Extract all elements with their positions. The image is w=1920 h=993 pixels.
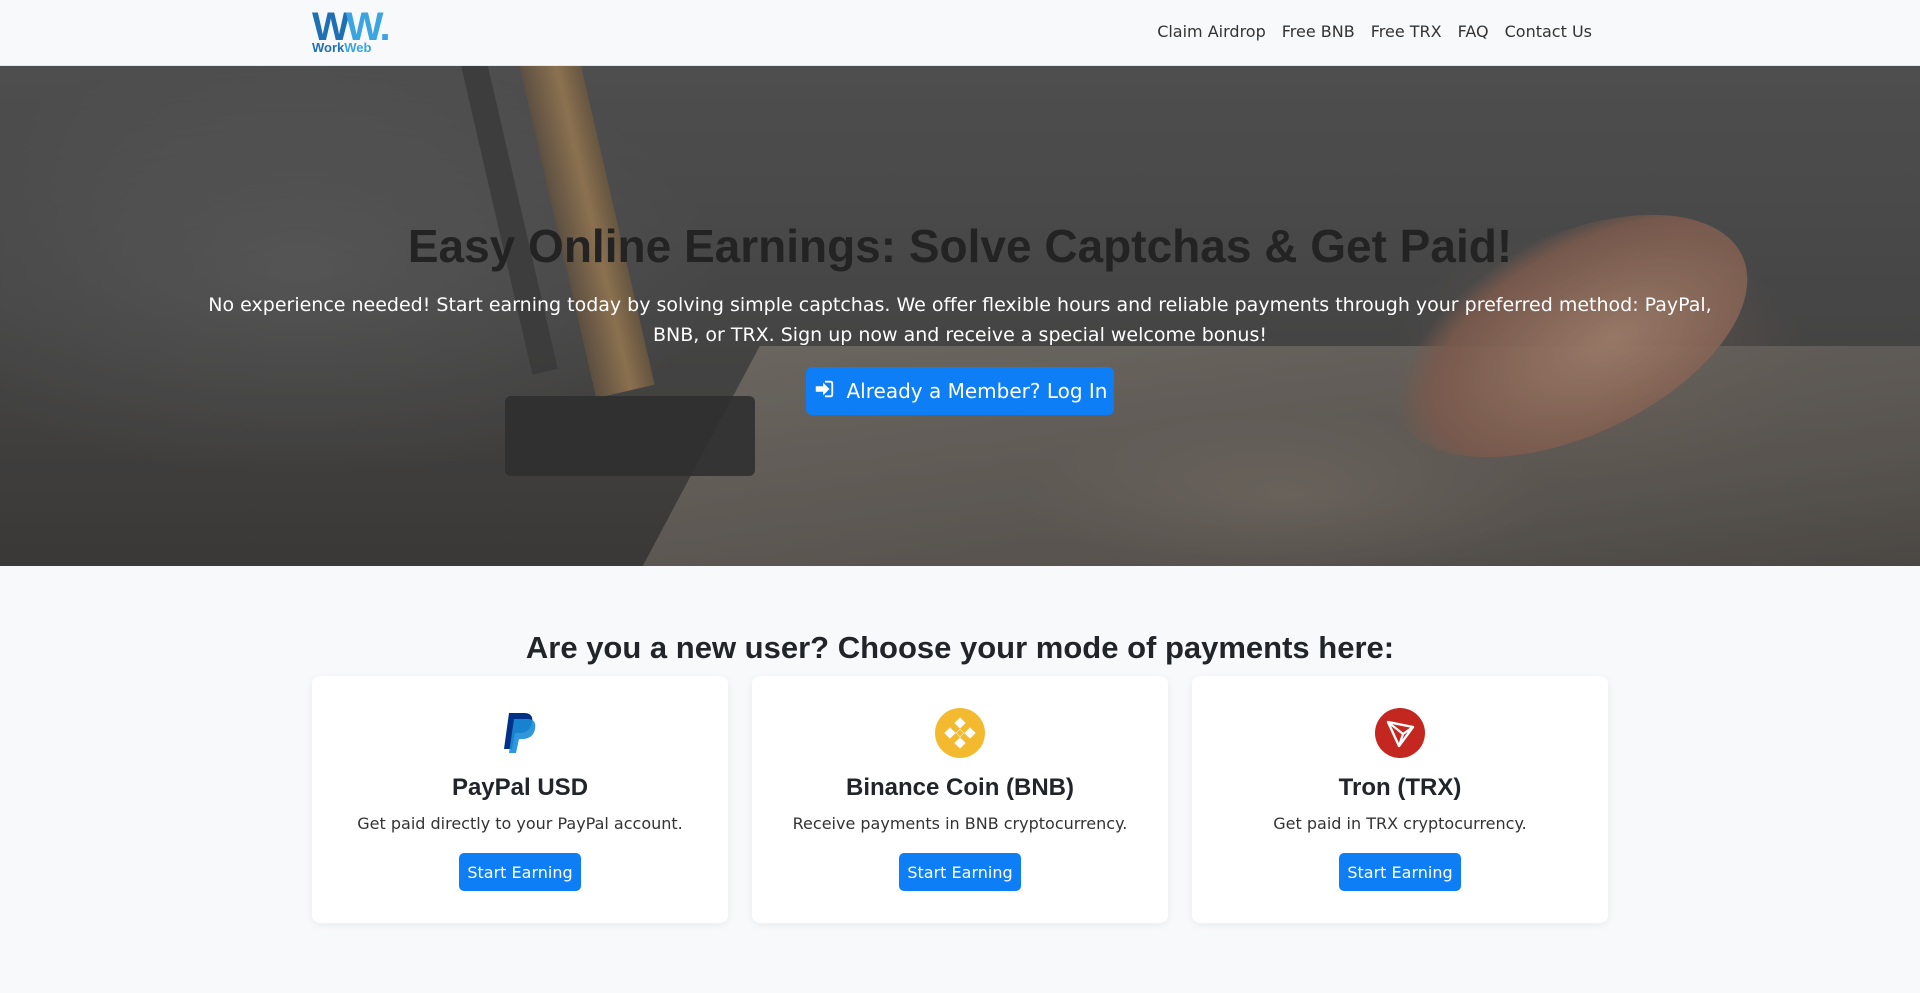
nav-link-faq[interactable]: FAQ (1450, 20, 1497, 44)
card-description: Get paid directly to your PayPal account… (357, 814, 683, 833)
workweb-logo[interactable]: WW. WorkWeb (312, 5, 391, 54)
start-earning-trx-button[interactable]: Start Earning (1339, 853, 1461, 891)
card-title: PayPal USD (451, 774, 589, 801)
login-button-label: Already a Member? Log In (846, 379, 1108, 403)
logo-mark: WW. (312, 5, 391, 49)
start-earning-paypal-button[interactable]: Start Earning (459, 853, 581, 891)
hero-title: Easy Online Earnings: Solve Captchas & G… (407, 220, 1513, 272)
start-earning-bnb-button[interactable]: Start Earning (899, 853, 1021, 891)
hero-section: Easy Online Earnings: Solve Captchas & G… (0, 66, 1920, 566)
card-description: Get paid in TRX cryptocurrency. (1273, 814, 1527, 833)
card-title: Binance Coin (BNB) (846, 774, 1074, 801)
sign-in-icon (813, 378, 835, 405)
login-button[interactable]: Already a Member? Log In (806, 367, 1114, 415)
payments-section-title: Are you a new user? Choose your mode of … (525, 630, 1395, 665)
card-description: Receive payments in BNB cryptocurrency. (792, 814, 1128, 833)
payment-card-tron: Tron (TRX) Get paid in TRX cryptocurrenc… (1192, 676, 1608, 923)
nav-links: Claim Airdrop Free BNB Free TRX FAQ Cont… (1149, 20, 1600, 44)
navbar: WW. WorkWeb Claim Airdrop Free BNB Free … (0, 0, 1920, 66)
nav-link-free-bnb[interactable]: Free BNB (1274, 20, 1363, 44)
nav-link-free-trx[interactable]: Free TRX (1363, 20, 1450, 44)
tron-icon (1375, 708, 1425, 758)
card-title: Tron (TRX) (1338, 774, 1462, 801)
hero-description: No experience needed! Start earning toda… (208, 294, 1712, 346)
nav-link-claim-airdrop[interactable]: Claim Airdrop (1149, 20, 1274, 44)
payment-card-paypal: PayPal USD Get paid directly to your Pay… (312, 676, 728, 923)
paypal-icon (495, 708, 545, 758)
nav-link-contact-us[interactable]: Contact Us (1497, 20, 1600, 44)
binance-icon (935, 708, 985, 758)
payment-card-bnb: Binance Coin (BNB) Receive payments in B… (752, 676, 1168, 923)
hero-content: Easy Online Earnings: Solve Captchas & G… (0, 66, 1920, 566)
